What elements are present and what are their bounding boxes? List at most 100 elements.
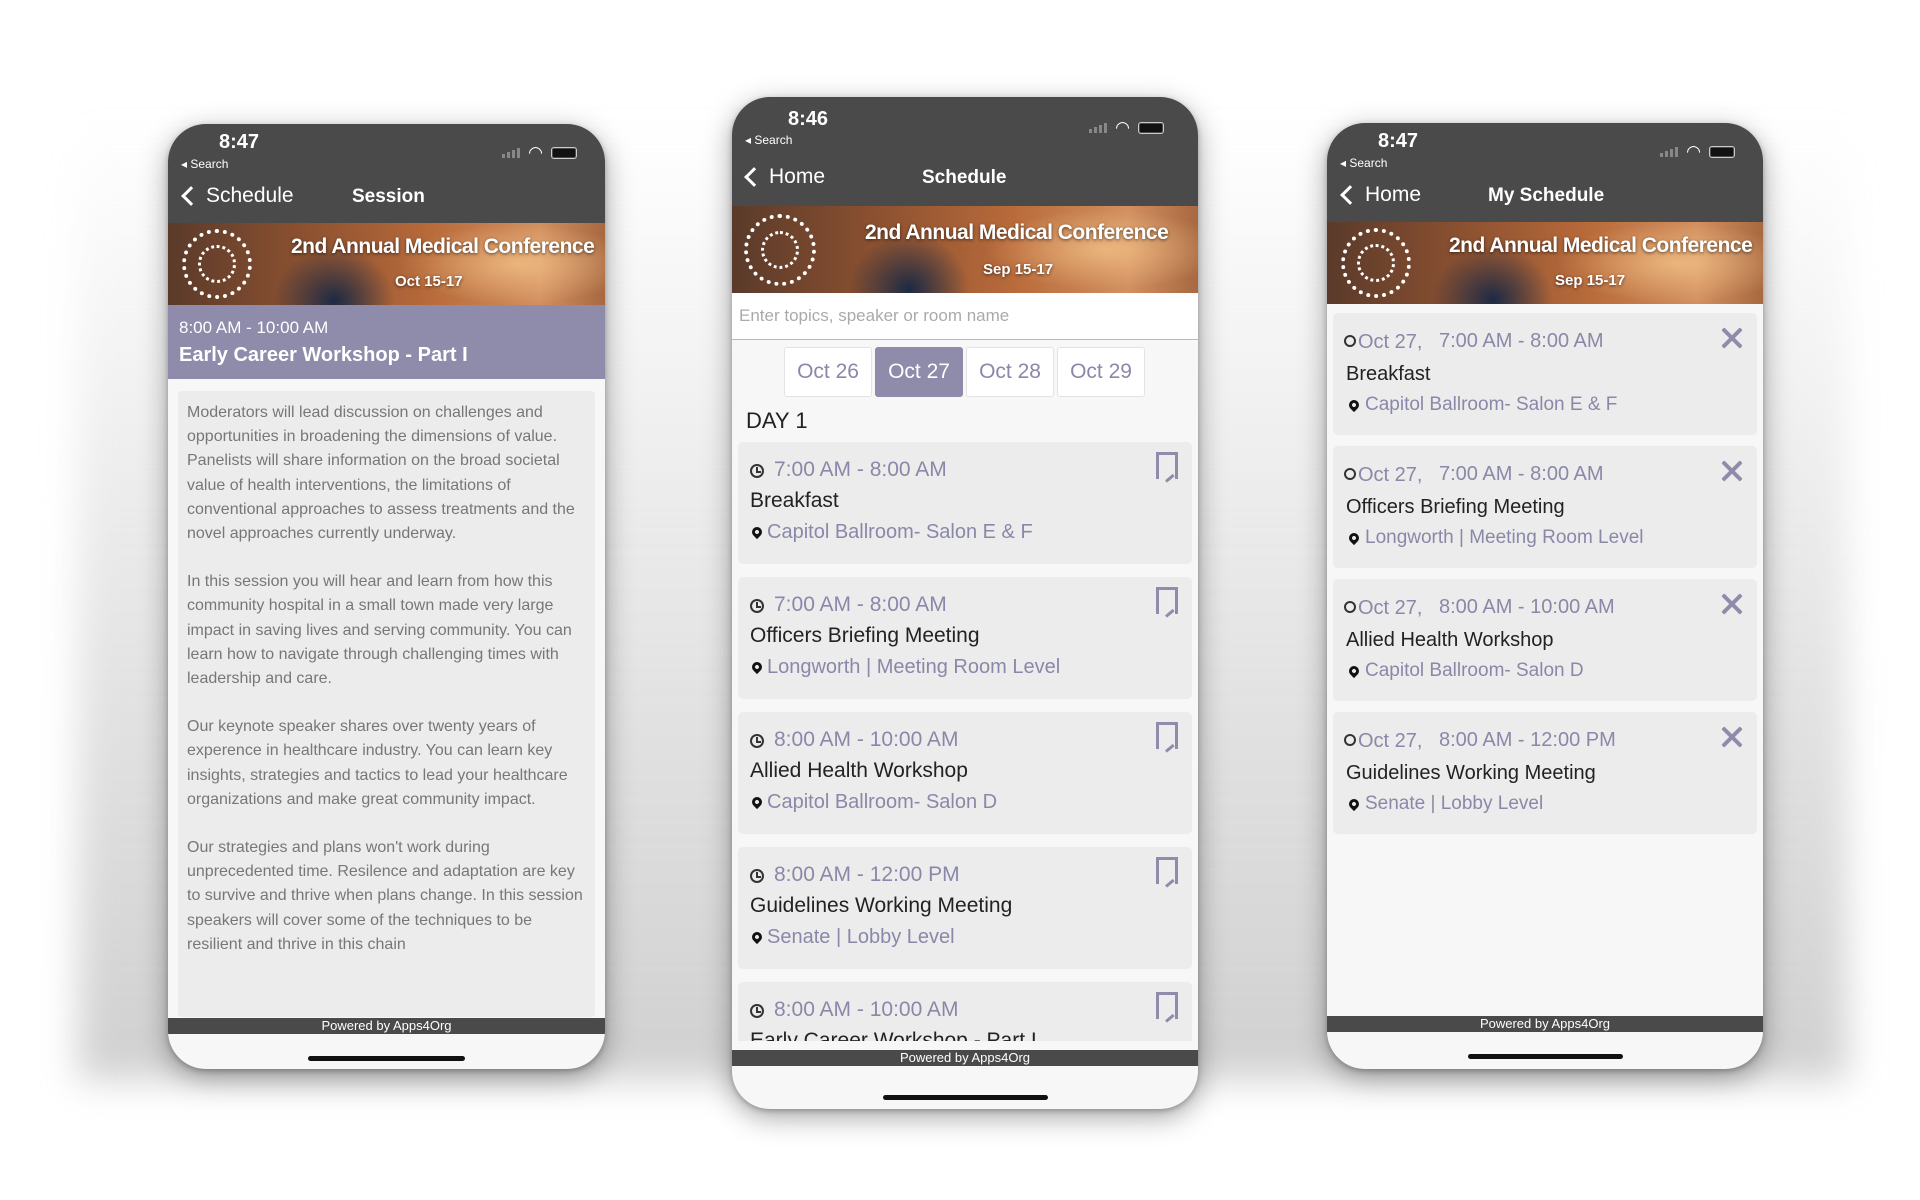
event-list[interactable]: 7:00 AM - 8:00 AM Breakfast Capitol Ball… bbox=[738, 442, 1192, 1041]
date-tab-oct-28[interactable]: Oct 28 bbox=[966, 347, 1054, 397]
back-label: Home bbox=[769, 165, 826, 188]
status-time: 8:46 bbox=[788, 108, 829, 130]
event-location[interactable]: Longworth | Meeting Room Level bbox=[767, 656, 1060, 679]
wifi-icon: ◠ bbox=[1115, 118, 1130, 137]
event-location[interactable]: Senate | Lobby Level bbox=[767, 926, 955, 949]
my-schedule-item[interactable]: Oct 27, 7:00 AM - 8:00 AM Breakfast Capi… bbox=[1333, 313, 1757, 435]
date-tabs: Oct 26 Oct 27 Oct 28 Oct 29 bbox=[784, 347, 1145, 397]
item-date: Oct 27, bbox=[1358, 730, 1423, 752]
map-pin-icon bbox=[1346, 663, 1362, 679]
event-title: Allied Health Workshop bbox=[750, 759, 968, 782]
close-icon[interactable] bbox=[1721, 593, 1743, 615]
event-card[interactable]: 8:00 AM - 12:00 PM Guidelines Working Me… bbox=[738, 847, 1192, 969]
session-description: Moderators will lead discussion on chall… bbox=[178, 391, 595, 1017]
item-date: Oct 27, bbox=[1358, 597, 1423, 619]
event-title: Breakfast bbox=[750, 489, 839, 512]
item-location[interactable]: Senate | Lobby Level bbox=[1365, 793, 1543, 815]
back-label: Home bbox=[1365, 183, 1422, 206]
date-tab-oct-29[interactable]: Oct 29 bbox=[1057, 347, 1145, 397]
battery-icon bbox=[1709, 145, 1735, 158]
map-pin-icon bbox=[1346, 397, 1362, 413]
banner-title: 2nd Annual Medical Conference bbox=[291, 235, 595, 258]
back-button[interactable]: Schedule bbox=[181, 184, 294, 208]
item-title: Breakfast bbox=[1346, 363, 1431, 385]
bookmark-icon[interactable] bbox=[1156, 992, 1178, 1025]
my-schedule-item[interactable]: Oct 27, 8:00 AM - 12:00 PM Guidelines Wo… bbox=[1333, 712, 1757, 834]
clock-icon bbox=[750, 734, 764, 748]
status-back-search[interactable]: ◂ Search bbox=[181, 157, 228, 171]
date-tab-oct-26[interactable]: Oct 26 bbox=[784, 347, 872, 397]
day-label: DAY 1 bbox=[746, 408, 808, 433]
page-title: My Schedule bbox=[1488, 185, 1605, 206]
item-title: Guidelines Working Meeting bbox=[1346, 762, 1596, 784]
event-card[interactable]: 7:00 AM - 8:00 AM Breakfast Capitol Ball… bbox=[738, 442, 1192, 564]
bookmark-icon[interactable] bbox=[1156, 857, 1178, 890]
session-time: 8:00 AM - 10:00 AM bbox=[179, 318, 329, 337]
signal-icon bbox=[502, 147, 521, 158]
close-icon[interactable] bbox=[1721, 726, 1743, 748]
item-title: Allied Health Workshop bbox=[1346, 629, 1554, 651]
session-title: Early Career Workshop - Part I bbox=[179, 344, 468, 366]
chevron-left-icon bbox=[1340, 185, 1360, 205]
description-paragraph: Moderators will lead discussion on chall… bbox=[187, 404, 575, 543]
banner-dates: Oct 15-17 bbox=[395, 273, 463, 290]
status-time: 8:47 bbox=[219, 131, 260, 153]
event-time: 8:00 AM - 12:00 PM bbox=[774, 863, 960, 886]
event-card[interactable]: 8:00 AM - 10:00 AM Early Career Workshop… bbox=[738, 982, 1192, 1041]
map-pin-icon bbox=[749, 659, 765, 675]
bookmark-icon[interactable] bbox=[1156, 587, 1178, 620]
search-input[interactable] bbox=[732, 293, 1198, 340]
back-button[interactable]: Home bbox=[744, 165, 826, 189]
status-back-search[interactable]: ◂ Search bbox=[1340, 156, 1387, 170]
item-time: 8:00 AM - 12:00 PM bbox=[1439, 729, 1616, 751]
clock-icon bbox=[1344, 601, 1356, 613]
powered-by-footer: Powered by Apps4Org bbox=[168, 1018, 605, 1034]
signal-icon bbox=[1660, 146, 1679, 157]
map-pin-icon bbox=[1346, 530, 1362, 546]
item-date: Oct 27, bbox=[1358, 331, 1423, 353]
date-tab-oct-27[interactable]: Oct 27 bbox=[875, 347, 963, 397]
home-indicator[interactable] bbox=[1468, 1054, 1623, 1059]
my-schedule-list: Oct 27, 7:00 AM - 8:00 AM Breakfast Capi… bbox=[1333, 313, 1757, 845]
item-time: 7:00 AM - 8:00 AM bbox=[1439, 463, 1604, 485]
clock-icon bbox=[750, 869, 764, 883]
chevron-left-icon bbox=[744, 167, 764, 187]
item-location[interactable]: Longworth | Meeting Room Level bbox=[1365, 527, 1643, 549]
clock-icon bbox=[1344, 468, 1356, 480]
signal-icon bbox=[1089, 122, 1108, 133]
map-pin-icon bbox=[749, 929, 765, 945]
description-paragraph: Our keynote speaker shares over twenty y… bbox=[187, 718, 568, 808]
my-schedule-item[interactable]: Oct 27, 8:00 AM - 10:00 AM Allied Health… bbox=[1333, 579, 1757, 701]
event-card[interactable]: 8:00 AM - 10:00 AM Allied Health Worksho… bbox=[738, 712, 1192, 834]
status-time: 8:47 bbox=[1378, 130, 1419, 152]
clock-icon bbox=[750, 464, 764, 478]
wifi-icon: ◠ bbox=[1686, 142, 1701, 161]
close-icon[interactable] bbox=[1721, 327, 1743, 349]
bookmark-icon[interactable] bbox=[1156, 452, 1178, 485]
back-button[interactable]: Home bbox=[1340, 183, 1422, 207]
event-title: Guidelines Working Meeting bbox=[750, 894, 1013, 917]
item-location[interactable]: Capitol Ballroom- Salon E & F bbox=[1365, 394, 1617, 416]
bookmark-icon[interactable] bbox=[1156, 722, 1178, 755]
conference-logo-icon bbox=[744, 214, 816, 286]
banner-title: 2nd Annual Medical Conference bbox=[1449, 234, 1753, 257]
banner-dates: Sep 15-17 bbox=[1555, 272, 1626, 289]
home-indicator[interactable] bbox=[883, 1095, 1048, 1100]
conference-banner: 2nd Annual Medical Conference Sep 15-17 bbox=[1327, 222, 1763, 304]
close-icon[interactable] bbox=[1721, 460, 1743, 482]
battery-icon bbox=[1138, 121, 1164, 134]
item-location[interactable]: Capitol Ballroom- Salon D bbox=[1365, 660, 1584, 682]
nav-bar: Home Schedule bbox=[732, 150, 1198, 206]
my-schedule-item[interactable]: Oct 27, 7:00 AM - 8:00 AM Officers Brief… bbox=[1333, 446, 1757, 568]
status-icons: ◠ bbox=[1089, 119, 1164, 136]
event-location[interactable]: Capitol Ballroom- Salon E & F bbox=[767, 521, 1033, 544]
event-card[interactable]: 7:00 AM - 8:00 AM Officers Briefing Meet… bbox=[738, 577, 1192, 699]
status-back-search[interactable]: ◂ Search bbox=[745, 133, 792, 147]
event-location[interactable]: Capitol Ballroom- Salon D bbox=[767, 791, 997, 814]
phone-schedule: 8:46 ◂ Search ◠ Home Schedule 2nd Annual… bbox=[732, 97, 1198, 1109]
conference-banner: 2nd Annual Medical Conference Sep 15-17 bbox=[732, 206, 1198, 293]
description-paragraph: In this session you will hear and learn … bbox=[187, 573, 572, 688]
home-indicator[interactable] bbox=[308, 1056, 465, 1061]
status-bar: 8:47 ◂ Search ◠ bbox=[1327, 123, 1763, 171]
map-pin-icon bbox=[749, 794, 765, 810]
